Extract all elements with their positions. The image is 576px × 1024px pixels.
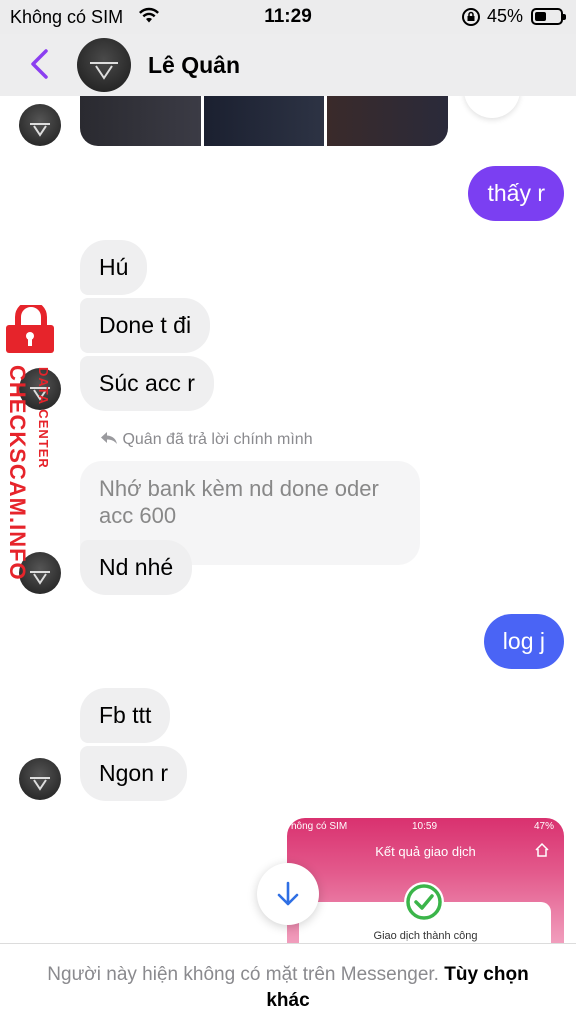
reply-arrow-icon (101, 432, 117, 444)
unavailable-notice: Người này hiện không có mặt trên Messeng… (47, 964, 439, 985)
attachment-battery: 47% (533, 821, 554, 832)
battery-icon (531, 8, 566, 25)
message-incoming[interactable]: Nd nhé (80, 540, 193, 595)
watermark-subtext: DATA CENTER (36, 367, 51, 469)
contact-name[interactable]: Lê Quân (148, 52, 240, 79)
reply-label: Quân đã trả lời chính mình (100, 431, 313, 449)
message-incoming[interactable]: Fb ttt (80, 688, 171, 743)
rotation-lock-icon (461, 7, 481, 32)
home-icon (534, 842, 550, 863)
status-bar: Không có SIM 11:29 45% (0, 0, 576, 34)
message-incoming[interactable]: Súc acc r (80, 356, 214, 411)
screenshot-attachment[interactable]: hông có SIM 10:59 47% Kết quả giao dịch … (287, 818, 564, 954)
message-incoming[interactable]: Ngon r (80, 746, 188, 801)
message-outgoing[interactable]: thấy r (468, 166, 564, 221)
chevron-left-icon (31, 49, 48, 79)
back-button[interactable] (22, 46, 58, 82)
shared-image[interactable] (327, 96, 448, 146)
attachment-carrier: hông có SIM (291, 821, 348, 832)
attachment-time: 10:59 (412, 821, 438, 832)
attachment-status-bar: hông có SIM 10:59 47% (291, 821, 554, 832)
watermark-text: CHECKSCAM.INFO (5, 365, 30, 581)
shared-images[interactable] (80, 96, 448, 146)
message-incoming[interactable]: Done t đi (80, 298, 211, 353)
chat-header: Lê Quân (0, 34, 576, 96)
message-outgoing[interactable]: log j (483, 614, 564, 669)
avatar[interactable] (19, 758, 61, 800)
avatar[interactable] (19, 104, 61, 146)
scroll-down-button[interactable] (257, 863, 319, 925)
message-incoming[interactable]: Hú (80, 240, 148, 295)
arrow-down-icon (277, 881, 299, 906)
check-circle-icon (404, 882, 444, 922)
contact-avatar[interactable] (77, 38, 131, 92)
unavailable-notice-bar: Người này hiện không có mặt trên Messeng… (0, 943, 576, 1024)
attachment-title: Kết quả giao dịch (375, 844, 476, 859)
lock-icon (6, 305, 54, 353)
attachment-success-text: Giao dịch thành công (373, 930, 478, 942)
battery-percent: 45% (487, 6, 524, 26)
watermark: CHECKSCAM.INFO DATA CENTER (2, 305, 62, 595)
shared-image[interactable] (80, 96, 201, 146)
shared-image[interactable] (203, 96, 325, 146)
reply-label-text: Quân đã trả lời chính mình (122, 431, 313, 448)
